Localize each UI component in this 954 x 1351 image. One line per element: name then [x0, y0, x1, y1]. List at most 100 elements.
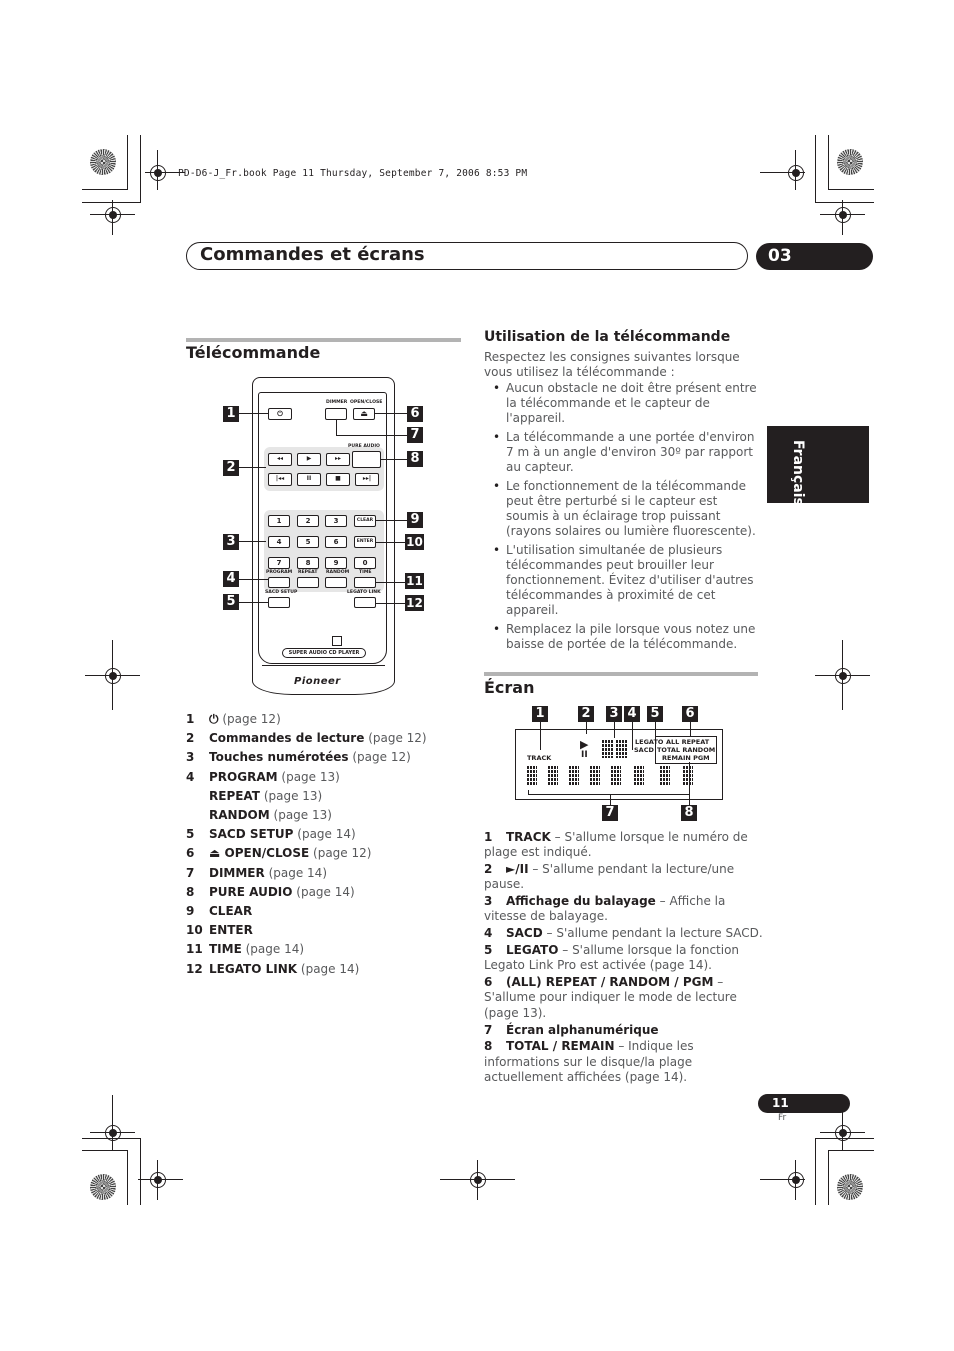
usage-bullet: Aucun obstacle ne doit être présent entr… — [490, 381, 762, 426]
previous-button: |◂◂ — [268, 473, 292, 486]
dimmer-label: DIMMER — [326, 400, 348, 405]
page-number: 11 — [758, 1094, 850, 1113]
digit-button: 9 — [325, 557, 347, 569]
scan-digit — [616, 740, 627, 758]
track-indicator: TRACK — [527, 754, 552, 762]
registration-target-icon — [788, 1172, 804, 1188]
description-term: TOTAL / REMAIN — [506, 1039, 615, 1054]
scan-digit — [602, 740, 613, 758]
play-icon: ▶ — [306, 455, 312, 462]
key-number: 7 — [186, 865, 195, 880]
description-number: 1 — [484, 830, 493, 844]
callout: 7 — [407, 427, 423, 443]
key-name: TIME — [209, 942, 242, 957]
key-number: 9 — [186, 904, 195, 919]
description-term: LEGATO — [506, 943, 559, 958]
remote-key-list: 1 ⏻ (page 12) 2 Commandes de lecture (page … — [186, 710, 427, 979]
key-list-item: 8 PURE AUDIO (page 14) — [186, 883, 427, 902]
description-term: Affichage du balayage — [506, 894, 656, 909]
key-name: LEGATO LINK — [209, 961, 298, 976]
random-button — [325, 577, 347, 588]
segment-digit — [590, 766, 600, 786]
model-badge: SUPER AUDIO CD PLAYER — [282, 648, 366, 658]
registration-target-icon — [835, 668, 851, 684]
registration-rosette-icon — [90, 149, 116, 175]
display-description-item: 1 TRACK – S'allume lorsque le numéro de p… — [484, 830, 764, 861]
key-name: DIMMER — [209, 865, 265, 880]
digit-button: 6 — [325, 536, 347, 548]
power-button: ⏻ — [268, 408, 292, 420]
callout: 6 — [407, 406, 423, 422]
digit-button: 7 — [268, 557, 290, 569]
callout: 4 — [223, 571, 239, 587]
segment-digit — [527, 766, 537, 786]
key-number: 5 — [186, 827, 195, 842]
sacd-setup-label: SACD SETUP — [265, 590, 298, 595]
key-number: 3 — [186, 750, 195, 765]
display-description-item: 6 (ALL) REPEAT / RANDOM / PGM – S'allume … — [484, 975, 764, 1021]
digit-button: 2 — [297, 515, 319, 527]
segment-digit — [569, 766, 579, 786]
key-name: Touches numérotées — [209, 750, 349, 765]
description-term: TRACK — [506, 830, 551, 844]
key-name: ⏏ OPEN/CLOSE — [209, 846, 310, 861]
registration-target-icon — [470, 1172, 486, 1188]
repeat-label: REPEAT — [298, 570, 318, 575]
sacd-logo-icon — [332, 636, 342, 646]
key-list-item: 6 ⏏ OPEN/CLOSE (page 12) — [186, 844, 427, 863]
display-section-title: Écran — [484, 678, 535, 697]
callout: 4 — [624, 706, 640, 722]
callout: 5 — [223, 594, 239, 610]
stop-button: ■ — [326, 473, 350, 486]
legato-link-button — [354, 597, 376, 608]
key-list-item: 2 Commandes de lecture (page 12) — [186, 729, 427, 748]
key-list-item: 7 DIMMER (page 14) — [186, 864, 427, 883]
registration-target-icon — [788, 165, 804, 181]
segment-digit — [683, 766, 693, 786]
key-number: 2 — [186, 731, 195, 746]
previous-icon: |◂◂ — [275, 475, 285, 482]
pause-icon: II — [306, 475, 312, 482]
digit-button: 8 — [297, 557, 319, 569]
key-name: PURE AUDIO — [209, 884, 293, 899]
description-term: (ALL) REPEAT / RANDOM / PGM — [506, 975, 714, 990]
description-term: SACD — [506, 926, 543, 941]
registration-target-icon — [835, 1125, 851, 1141]
key-number — [186, 806, 209, 825]
remote-section-title: Télécommande — [186, 343, 321, 362]
key-name: PROGRAM — [209, 769, 278, 784]
section-rule — [484, 672, 758, 676]
callout: 9 — [407, 512, 423, 528]
key-list-item: REPEAT (page 13) — [186, 787, 427, 806]
digit-button: 3 — [325, 515, 347, 527]
program-button — [268, 577, 290, 588]
registration-rosette-icon — [90, 1174, 116, 1200]
key-number: 8 — [186, 884, 195, 899]
usage-bullet: L'utilisation simultanée de plusieurs té… — [490, 543, 762, 618]
pure-audio-label: PURE AUDIO — [348, 444, 380, 449]
registration-rosette-icon — [837, 1174, 863, 1200]
segment-digit — [548, 766, 558, 786]
display-description-item: 3 Affichage du balayage – Affiche la vite… — [484, 894, 764, 925]
enter-button: ENTER — [354, 536, 376, 548]
key-list-item: 12 LEGATO LINK (page 14) — [186, 960, 427, 979]
next-button: ▸▸| — [355, 473, 379, 486]
open-close-label: OPEN/CLOSE — [350, 400, 383, 405]
dimmer-button — [325, 408, 347, 420]
usage-bullet: La télécommande a une portée d'environ 7… — [490, 430, 762, 475]
key-page-ref: (page 12) — [352, 750, 411, 765]
chapter-number: 03 — [756, 243, 873, 270]
key-page-ref: (page 12) — [222, 712, 281, 726]
key-list-item: 11 TIME (page 14) — [186, 940, 427, 959]
key-name: SACD SETUP — [209, 827, 294, 842]
remain-pgm-indicator: REMAIN PGM — [662, 754, 710, 762]
key-page-ref: (page 14) — [296, 884, 355, 899]
display-description-item: 5 LEGATO – S'allume lorsque la fonction L… — [484, 943, 764, 974]
description-number: 4 — [484, 926, 493, 941]
key-number — [186, 787, 209, 806]
display-description-list: 1 TRACK – S'allume lorsque le numéro de p… — [484, 830, 764, 1087]
digit-button: 4 — [268, 536, 290, 548]
key-name: CLEAR — [209, 904, 253, 919]
key-name: ⏻ — [209, 712, 219, 726]
description-number: 6 — [484, 975, 493, 990]
